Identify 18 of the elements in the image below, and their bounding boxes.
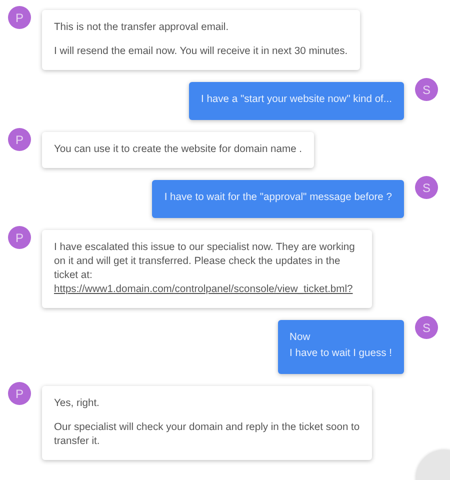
avatar: P bbox=[8, 226, 31, 249]
avatar: P bbox=[8, 6, 31, 29]
message-text: I have to wait for the "approval" message before ? bbox=[164, 191, 392, 205]
avatar: P bbox=[8, 128, 31, 151]
avatar: S bbox=[415, 78, 438, 101]
message-text: I have escalated this issue to our specialist now. They are working on it and will get it transferred. Please check the updates in the ticket at: https://www1.domain.com/controlpanel/sconsole/view_ticket.bml? bbox=[54, 241, 360, 297]
message-text: Yes, right. bbox=[54, 397, 100, 411]
message-text: You can use it to create the website for domain name . bbox=[54, 143, 302, 157]
message-text: Now bbox=[290, 331, 312, 345]
avatar: S bbox=[415, 176, 438, 199]
avatar: P bbox=[8, 382, 31, 405]
message-text: I will resend the email now. You will receive it in next 30 minutes. bbox=[54, 45, 348, 59]
avatar: S bbox=[415, 316, 438, 339]
message-text: I have to wait I guess ! bbox=[290, 347, 392, 361]
ticket-link[interactable]: https://www1.domain.com/controlpanel/sconsole/view_ticket.bml? bbox=[54, 283, 360, 297]
message-text: I have a "start your website now" kind of... bbox=[200, 93, 392, 107]
message-text: Our specialist will check your domain and reply in the ticket soon to transfer it. bbox=[54, 421, 360, 449]
message-text: This is not the transfer approval email. bbox=[54, 21, 230, 35]
